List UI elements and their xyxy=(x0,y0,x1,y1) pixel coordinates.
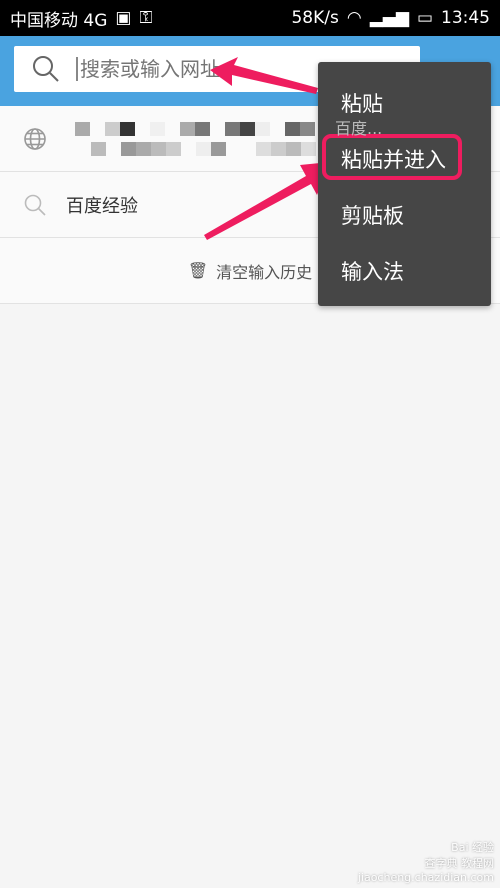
globe-icon xyxy=(24,127,46,150)
blurred-title: 百度... xyxy=(75,118,383,138)
watermark: Bai 经验 查字典 教程网 jiaocheng.chazidian.com xyxy=(357,841,494,884)
clock: 13:45 xyxy=(441,8,490,28)
battery-icon: ▭ xyxy=(416,8,433,28)
carrier-label: 中国移动 4G xyxy=(10,10,108,31)
search-icon xyxy=(33,56,59,82)
clear-history-label: 清空输入历史 xyxy=(216,262,313,282)
signal-icon: ▂▄▆ xyxy=(369,8,409,28)
menu-item-input-method[interactable]: 输入法 xyxy=(318,243,491,299)
menu-item-clipboard[interactable]: 剪贴板 xyxy=(318,187,491,243)
search-icon xyxy=(24,194,46,216)
network-speed: 58K/s xyxy=(291,8,339,28)
wifi-icon: ◠ xyxy=(346,8,362,28)
trash-icon: 🗑 xyxy=(187,261,209,280)
status-bar: 中国移动 4G ▣ ⚿ 58K/s ◠ ▂▄▆ ▭ 13:45 xyxy=(0,0,500,36)
image-icon: ▣ xyxy=(115,8,132,28)
history-query: 百度经验 xyxy=(66,195,138,217)
key-icon: ⚿ xyxy=(139,8,153,28)
history-title: 百度... xyxy=(335,118,383,138)
context-menu: 粘贴 粘贴并进入 剪贴板 输入法 xyxy=(318,62,491,306)
highlight-box xyxy=(322,134,462,180)
